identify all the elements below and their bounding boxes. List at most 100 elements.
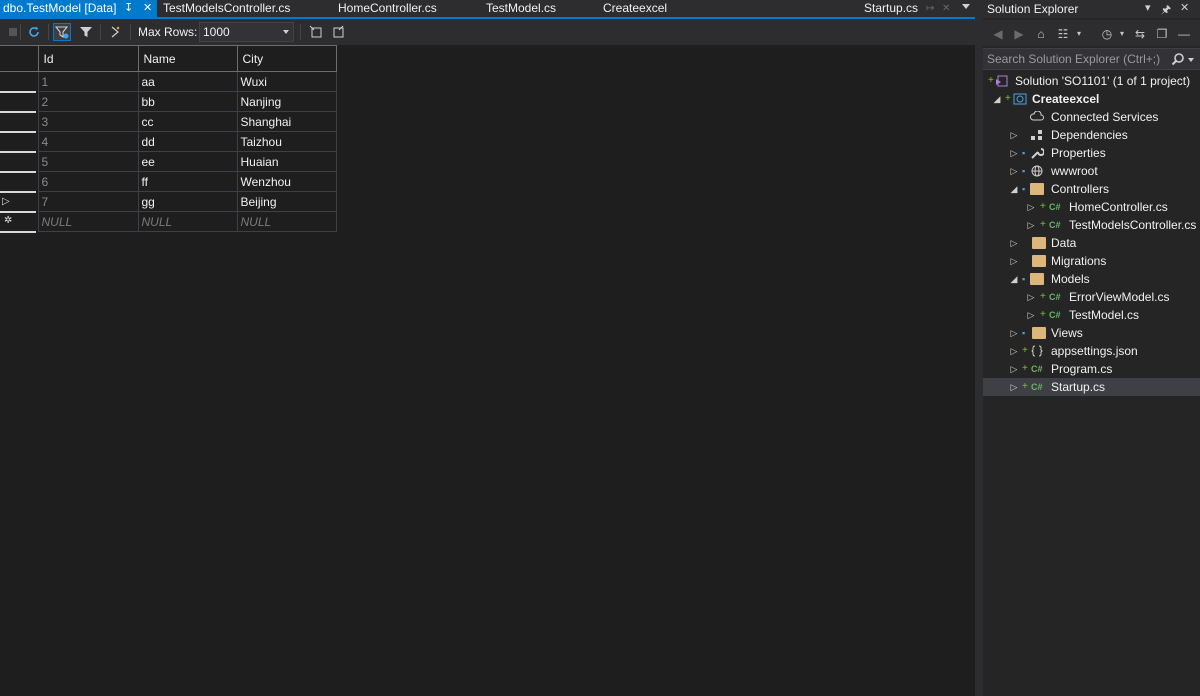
cell-city[interactable]: Taizhou [236,131,337,152]
home-icon[interactable]: ⌂ [1033,26,1049,42]
tab-overflow-dropdown-icon[interactable] [962,4,970,9]
back-icon[interactable]: ◀ [990,26,1006,42]
chevron-down-icon[interactable] [1188,58,1194,62]
row-header[interactable] [0,171,39,193]
close-icon[interactable]: ✕ [143,0,152,17]
cell-city[interactable]: Huaian [236,151,337,172]
tab-homecontroller[interactable]: HomeController.cs [338,0,437,18]
tab-testmodel[interactable]: TestModel.cs [486,0,556,18]
tree-item-models[interactable]: ◢ ▪ Models [983,270,1200,288]
table-row[interactable]: 2 bb Nanjing [0,91,337,113]
cell-city[interactable]: Wuxi [236,71,337,92]
cell-name[interactable]: ff [137,171,238,192]
collapsed-arrow-icon[interactable]: ▷ [1026,288,1036,306]
filter-icon[interactable] [77,23,95,41]
column-header-city[interactable]: City [236,45,337,72]
tree-item-properties[interactable]: ▷ ▪ Properties [983,144,1200,162]
cell-id[interactable]: 2 [37,91,139,112]
collapsed-arrow-icon[interactable]: ▷ [1009,342,1019,360]
collapsed-arrow-icon[interactable]: ▷ [1009,378,1019,396]
close-icon[interactable]: ✕ [1180,1,1189,14]
pin-icon[interactable]: ↧ [124,0,133,17]
collapsed-arrow-icon[interactable]: ▷ [1009,234,1019,252]
table-row[interactable]: 1 aa Wuxi [0,71,337,92]
row-header[interactable] [0,71,39,92]
collapsed-arrow-icon[interactable]: ▷ [1009,324,1019,342]
tab-dbo-testmodel-data[interactable]: dbo.TestModel [Data] ↧ ✕ [0,0,157,18]
properties-icon[interactable]: — [1176,26,1192,42]
tree-item-connected-services[interactable]: Connected Services [983,108,1200,126]
delete-row-icon[interactable] [329,23,347,41]
panel-splitter[interactable] [975,0,983,696]
table-row[interactable]: 4 dd Taizhou [0,131,337,153]
tab-testmodelscontroller[interactable]: TestModelsController.cs [163,0,290,18]
add-row-icon[interactable] [307,23,325,41]
cell-id[interactable]: 5 [37,151,139,172]
cell-id[interactable]: 4 [37,131,139,152]
tab-startup[interactable]: Startup.cs ↦ ✕ [864,0,950,18]
chevron-down-icon[interactable]: ▾ [1114,26,1130,42]
row-header[interactable]: ✲ [0,211,39,233]
table-row[interactable]: 6 ff Wenzhou [0,171,337,193]
collapsed-arrow-icon[interactable]: ▷ [1009,162,1019,180]
forward-icon[interactable]: ▶ [1011,26,1027,42]
apply-filter-icon[interactable] [53,23,71,41]
column-header-id[interactable]: Id [37,45,139,72]
tree-item-wwwroot[interactable]: ▷ ▪ wwwroot [983,162,1200,180]
chevron-down-icon[interactable]: ▾ [1071,26,1087,42]
sync-with-active-document-icon[interactable]: ⇆ [1132,26,1148,42]
cell-name[interactable]: gg [137,191,238,212]
row-header[interactable] [0,151,39,173]
cell-city[interactable]: Beijing [236,191,337,212]
cell-name[interactable]: ee [137,151,238,172]
row-header[interactable] [0,91,39,113]
cell-city[interactable]: Wenzhou [236,171,337,192]
collapsed-arrow-icon[interactable]: ▷ [1026,216,1036,234]
close-icon[interactable]: ✕ [942,0,950,17]
cell-city[interactable]: Shanghai [236,111,337,132]
max-rows-dropdown[interactable]: 1000 [199,22,294,42]
select-all-cell[interactable] [0,45,39,72]
cell-city[interactable]: Nanjing [236,91,337,112]
collapsed-arrow-icon[interactable]: ▷ [1009,252,1019,270]
window-position-dropdown-icon[interactable]: ▾ [1145,1,1151,14]
expanded-arrow-icon[interactable]: ◢ [992,90,1002,108]
cell-id[interactable]: 7 [37,191,139,212]
tree-item-startup[interactable]: ▷ + C# Startup.cs [983,378,1200,396]
tab-createexcel[interactable]: Createexcel [603,0,667,18]
collapsed-arrow-icon[interactable]: ▷ [1009,144,1019,162]
tree-item-controllers[interactable]: ◢ ▪ Controllers [983,180,1200,198]
collapsed-arrow-icon[interactable]: ▷ [1026,306,1036,324]
tree-item-errorviewmodel[interactable]: ▷ + C# ErrorViewModel.cs [983,288,1200,306]
cell-name[interactable]: bb [137,91,238,112]
tree-item-migrations[interactable]: ▷ Migrations [983,252,1200,270]
collapsed-arrow-icon[interactable]: ▷ [1009,360,1019,378]
tree-item-appsettings[interactable]: ▷ + appsettings.json [983,342,1200,360]
cell-id[interactable]: 3 [37,111,139,132]
cell-name[interactable]: aa [137,71,238,92]
cell-id[interactable]: 1 [37,71,139,92]
pin-icon[interactable]: ↦ [926,0,934,17]
tree-item-program[interactable]: ▷ + C# Program.cs [983,360,1200,378]
pending-changes-filter-icon[interactable]: ◷ [1099,26,1115,42]
cell-name[interactable]: dd [137,131,238,152]
refresh-icon[interactable] [25,23,43,41]
row-header[interactable] [0,111,39,133]
search-input[interactable] [987,51,1167,67]
cell-id[interactable]: NULL [37,211,139,232]
cell-name[interactable]: cc [137,111,238,132]
new-row[interactable]: ✲ NULL NULL NULL [0,211,337,233]
cell-name[interactable]: NULL [137,211,238,232]
row-header[interactable]: ▷ [0,191,39,213]
expanded-arrow-icon[interactable]: ◢ [1009,270,1019,288]
pin-icon[interactable]: 🖈 [1161,1,1171,20]
tree-item-project[interactable]: ◢ + Createexcel [983,90,1200,108]
collapsed-arrow-icon[interactable]: ▷ [1009,126,1019,144]
search-icon[interactable] [1171,52,1185,66]
tree-item-homecontroller[interactable]: ▷ + C# HomeController.cs [983,198,1200,216]
switch-views-icon[interactable]: ☷ [1055,26,1071,42]
column-header-name[interactable]: Name [137,45,238,72]
script-icon[interactable] [106,23,124,41]
tree-item-testmodelscontroller[interactable]: ▷ + C# TestModelsController.cs [983,216,1200,234]
tree-item-data[interactable]: ▷ Data [983,234,1200,252]
